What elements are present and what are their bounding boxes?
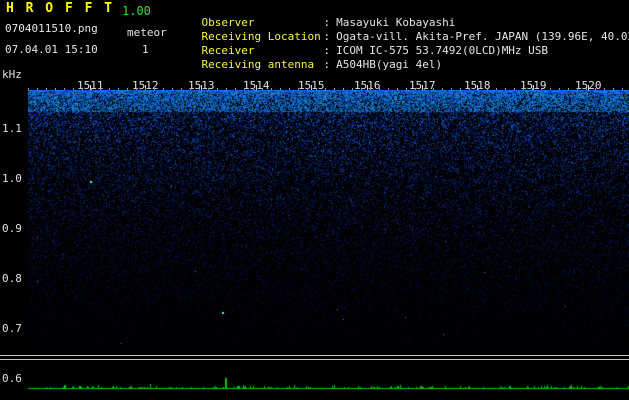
divider-line (0, 359, 629, 360)
freq-tick-label: 1.0 (2, 172, 22, 185)
info-label: Receiving antenna (201, 58, 315, 71)
sequence-counter: 1 (142, 43, 149, 56)
signal-trace-canvas (28, 372, 629, 398)
spectrogram-canvas (28, 90, 629, 354)
freq-axis-unit: kHz (2, 68, 22, 81)
hrofft-screen: H R O F F T 1.00 0704011510.png meteor 0… (0, 0, 629, 400)
info-row-antenna: Receiving antenna: A504HB(yagi 4el) (175, 47, 443, 83)
info-separator: : (323, 58, 331, 71)
observation-datetime: 07.04.01 15:10 (5, 43, 98, 56)
app-version: 1.00 (122, 4, 151, 18)
freq-tick-label: 0.6 (2, 372, 22, 385)
freq-tick-label: 0.7 (2, 322, 22, 335)
freq-tick-label: 0.9 (2, 222, 22, 235)
mode-label: meteor (127, 26, 167, 39)
freq-tick-label: 1.1 (2, 122, 22, 135)
divider-line (0, 355, 629, 356)
freq-tick-label: 0.8 (2, 272, 22, 285)
output-filename: 0704011510.png (5, 22, 98, 35)
info-value: A504HB(yagi 4el) (336, 58, 443, 71)
app-title: H R O F F T (6, 1, 115, 16)
